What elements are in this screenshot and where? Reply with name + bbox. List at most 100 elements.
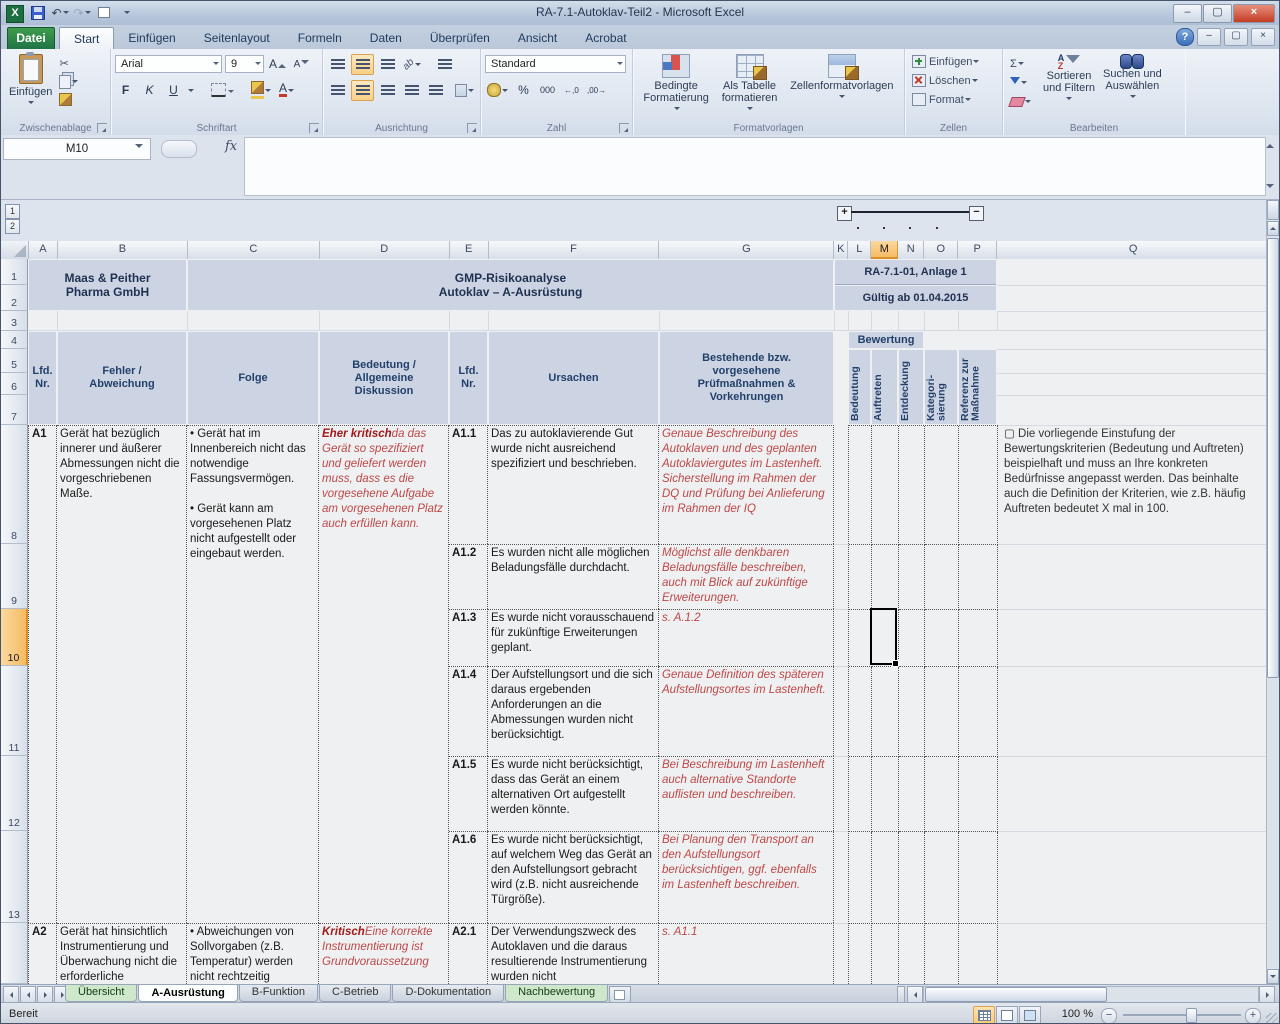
- align-top-button[interactable]: [327, 55, 348, 74]
- rating-cell[interactable]: [925, 426, 959, 545]
- row-header-partial[interactable]: [1, 923, 28, 984]
- rating-cell[interactable]: [899, 426, 925, 545]
- cell-a2-nr[interactable]: A2: [28, 923, 57, 984]
- outline-collapse-button[interactable]: −: [969, 206, 984, 221]
- outline-level-2-button[interactable]: 2: [5, 219, 20, 234]
- increase-indent-button[interactable]: [425, 81, 446, 100]
- shrink-font-button[interactable]: A: [291, 55, 312, 74]
- col-header-G[interactable]: G: [659, 241, 834, 259]
- sheet-tab-b-funktion[interactable]: B-Funktion: [239, 985, 318, 1002]
- cell-a1-6-nr[interactable]: A1.6: [449, 831, 488, 923]
- formula-expand-icon[interactable]: [1266, 184, 1274, 192]
- row-header-11[interactable]: 11: [1, 666, 28, 756]
- name-box-caret-icon[interactable]: [135, 144, 143, 152]
- scroll-right-button[interactable]: [1259, 986, 1275, 1003]
- col-header-F[interactable]: F: [489, 241, 660, 259]
- scroll-down-button[interactable]: [1267, 969, 1279, 984]
- italic-button[interactable]: K: [139, 81, 160, 100]
- cell-a2-fehler[interactable]: Gerät hat hinsichtlich Instrumentierung …: [57, 923, 187, 984]
- rating-cell[interactable]: [925, 610, 959, 667]
- conditional-formatting-button[interactable]: Bedingte Formatierung: [639, 52, 712, 115]
- rating-cell[interactable]: [872, 832, 899, 924]
- cell-a1-fehler[interactable]: Gerät hat bezüglich innerer und äußerer …: [57, 425, 187, 923]
- rating-cell[interactable]: [899, 757, 925, 832]
- col-header-C[interactable]: C: [188, 241, 320, 259]
- number-format-combo[interactable]: Standard: [485, 55, 626, 73]
- cut-button[interactable]: ✂: [59, 56, 78, 71]
- header-rot-entdeckung[interactable]: Entdeckung: [899, 350, 923, 424]
- header-lfd-nr[interactable]: Lfd. Nr.: [29, 332, 56, 424]
- rating-cell[interactable]: [925, 667, 959, 757]
- rating-cell[interactable]: [849, 923, 872, 984]
- horizontal-scrollbar[interactable]: [923, 986, 1259, 1003]
- cell-a1-6-massnahme[interactable]: Bei Planung den Transport an den Aufstel…: [659, 831, 834, 923]
- underline-button[interactable]: U: [163, 81, 184, 100]
- cell-a2-1-ursache[interactable]: Der Verwendungszweck des Autoklaven und …: [488, 923, 659, 984]
- align-right-button[interactable]: [377, 81, 398, 100]
- cell-valid-from[interactable]: Gültig ab 01.04.2015: [835, 286, 996, 310]
- header-rot-auftreten[interactable]: Auftreten: [872, 350, 897, 424]
- sheet-tab-a-ausruestung[interactable]: A-Ausrüstung: [138, 985, 237, 1002]
- zoom-slider-track[interactable]: [1123, 1014, 1241, 1016]
- tab-acrobat[interactable]: Acrobat: [571, 27, 640, 49]
- rating-cell[interactable]: [849, 426, 872, 545]
- cell-a1-5-ursache[interactable]: Es wurde nicht berücksichtigt, dass das …: [488, 756, 659, 831]
- autosum-button[interactable]: Σ: [1010, 56, 1031, 71]
- decrease-decimal-button[interactable]: ,00→: [585, 81, 608, 100]
- cell-a1-4-ursache[interactable]: Der Aufstellungsort und die sich daraus …: [488, 666, 659, 756]
- cell-a1-3-massnahme[interactable]: s. A.1.2: [659, 609, 834, 666]
- row-header-9[interactable]: 9: [1, 544, 28, 609]
- maximize-window-button[interactable]: ▢: [1203, 4, 1232, 23]
- rating-cell[interactable]: [849, 610, 872, 667]
- font-size-combo[interactable]: 9: [225, 55, 264, 73]
- tab-datei[interactable]: Datei: [7, 27, 55, 51]
- rating-cell[interactable]: [925, 757, 959, 832]
- decrease-indent-button[interactable]: [401, 81, 422, 100]
- merge-center-button[interactable]: [453, 81, 476, 100]
- format-cells-button[interactable]: Format: [912, 92, 998, 107]
- rating-cell[interactable]: [872, 426, 899, 545]
- close-workbook-button[interactable]: ×: [1251, 28, 1275, 46]
- close-window-button[interactable]: ×: [1233, 4, 1275, 23]
- rating-cell[interactable]: [959, 923, 998, 984]
- header-ursachen[interactable]: Ursachen: [489, 332, 658, 424]
- align-bottom-button[interactable]: [377, 55, 398, 74]
- rating-cell[interactable]: [899, 610, 925, 667]
- format-painter-button[interactable]: [59, 92, 78, 107]
- accounting-format-button[interactable]: [485, 81, 510, 100]
- minimize-workbook-button[interactable]: –: [1197, 28, 1221, 46]
- cell-styles-button[interactable]: Zellenformatvorlagen: [786, 52, 897, 115]
- orientation-button[interactable]: ab: [401, 55, 423, 74]
- font-color-button[interactable]: A: [276, 81, 297, 100]
- cell-a1-nr[interactable]: A1: [28, 425, 57, 923]
- zoom-in-button[interactable]: +: [1245, 1008, 1261, 1024]
- rating-cell[interactable]: [872, 923, 899, 984]
- tab-split-handle[interactable]: [897, 986, 905, 1003]
- rating-cell[interactable]: [872, 545, 899, 610]
- align-left-button[interactable]: [327, 81, 348, 100]
- col-header-B[interactable]: B: [58, 241, 188, 259]
- cell-a1-1-massnahme[interactable]: Genaue Beschreibung des Autoklaven und d…: [659, 425, 834, 544]
- cell-a1-folge[interactable]: • Gerät hat im Innenbereich nicht das no…: [187, 425, 319, 923]
- clear-button[interactable]: [1010, 94, 1031, 109]
- page-layout-view-button[interactable]: [996, 1006, 1018, 1024]
- rating-cell[interactable]: [849, 667, 872, 757]
- help-button[interactable]: ?: [1176, 28, 1194, 46]
- header-massnahmen[interactable]: Bestehende bzw. vorgesehene Prüfmaßnahme…: [660, 332, 833, 424]
- cell-a1-2-nr[interactable]: A1.2: [449, 544, 488, 609]
- sheet-tab-c-betrieb[interactable]: C-Betrieb: [319, 985, 391, 1002]
- header-bewertung[interactable]: Bewertung: [849, 332, 923, 348]
- row-header-1[interactable]: 1: [1, 259, 28, 285]
- scroll-left-button[interactable]: [907, 986, 923, 1003]
- cell-a2-folge[interactable]: • Abweichungen von Sollvorgaben (z.B. Te…: [187, 923, 319, 984]
- header-fehler[interactable]: Fehler / Abweichung: [58, 332, 186, 424]
- delete-cells-button[interactable]: Löschen: [912, 73, 998, 88]
- minimize-window-button[interactable]: –: [1173, 4, 1202, 23]
- borders-button[interactable]: [209, 81, 236, 100]
- restore-workbook-button[interactable]: ▢: [1224, 28, 1248, 46]
- col-header-N[interactable]: N: [898, 241, 924, 259]
- vertical-scroll-thumb[interactable]: [1267, 238, 1279, 678]
- zoom-out-button[interactable]: −: [1101, 1008, 1117, 1024]
- cell-doc-title[interactable]: GMP-Risikoanalyse Autoklav – A-Ausrüstun…: [188, 260, 833, 310]
- rating-cell[interactable]: [925, 923, 959, 984]
